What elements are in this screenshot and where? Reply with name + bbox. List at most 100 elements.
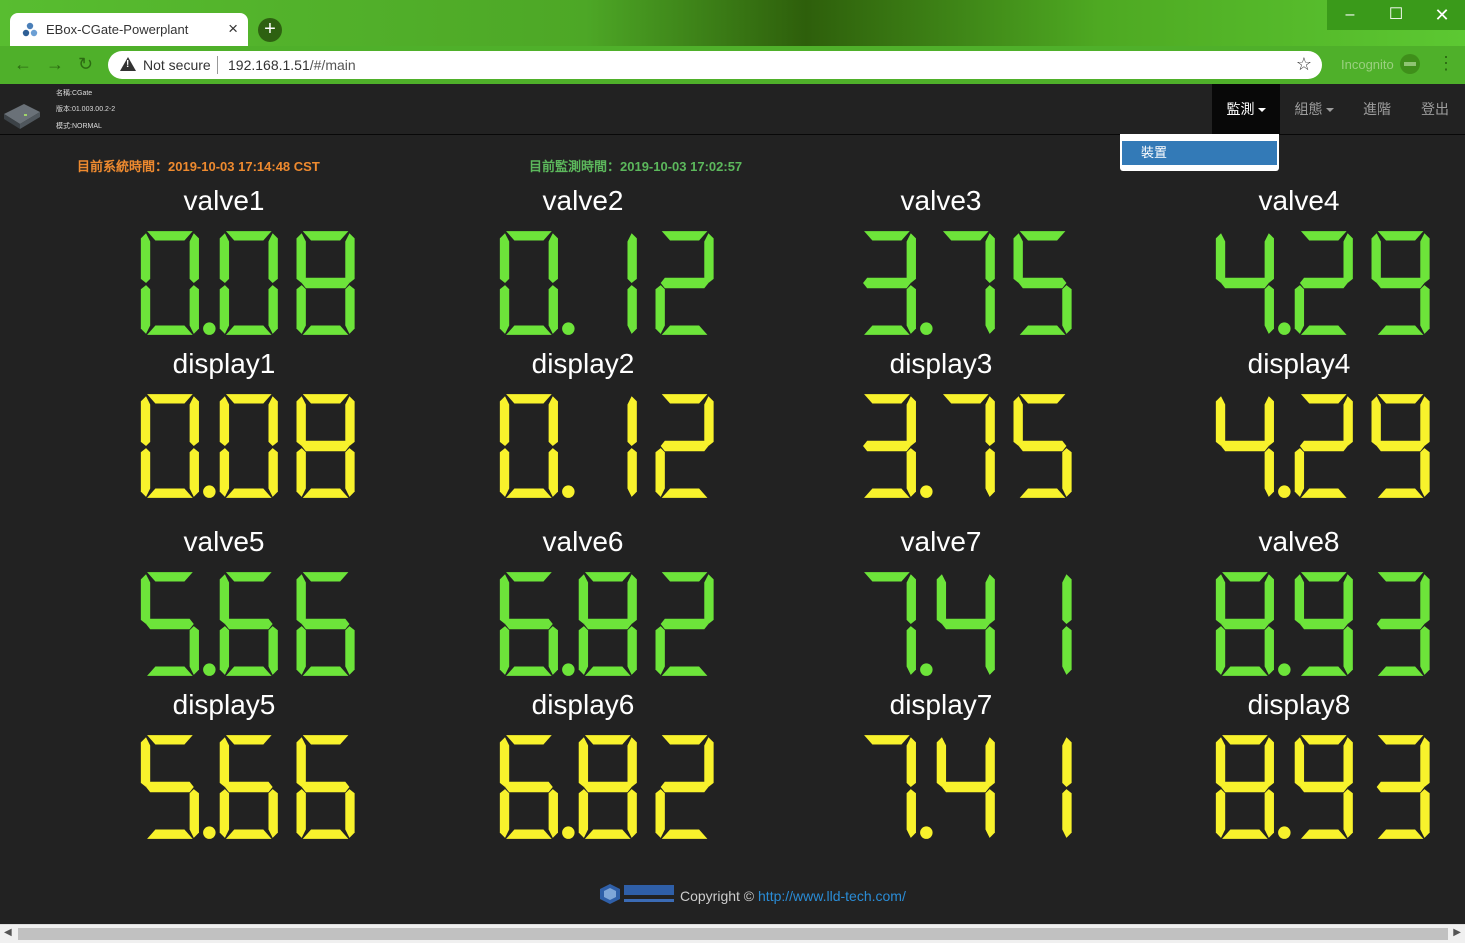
- seven-segment-display: [864, 572, 1072, 676]
- close-window-icon[interactable]: ✕: [1419, 0, 1465, 30]
- segment: [1062, 574, 1072, 624]
- valve-label: valve5: [183, 526, 265, 557]
- segment: [1376, 277, 1425, 289]
- segment: [1300, 666, 1347, 676]
- segment: [1221, 277, 1269, 289]
- segment: [345, 626, 355, 675]
- forward-icon[interactable]: →: [46, 54, 64, 75]
- segment: [302, 488, 349, 498]
- bookmark-star-icon[interactable]: ☆: [1296, 54, 1312, 75]
- segment: [345, 396, 355, 446]
- display-readout: [852, 732, 1092, 842]
- browser-chrome: EBox-CGate-Powerplant × + – ☐ ✕ ← → ↻ No…: [0, 0, 1465, 84]
- digit-4: [936, 737, 995, 838]
- address-bar[interactable]: Not secure 192.168.1.51/#/main ☆: [108, 51, 1322, 79]
- segment: [1264, 574, 1274, 624]
- segment: [1299, 781, 1348, 793]
- digit-8: [1215, 572, 1274, 676]
- browser-menu-icon[interactable]: ⋮: [1437, 53, 1455, 74]
- segment: [499, 626, 510, 675]
- segment: [548, 626, 558, 675]
- segment: [1222, 735, 1268, 745]
- nav-config[interactable]: 組態: [1288, 84, 1340, 134]
- digit-2: [655, 231, 714, 335]
- security-label[interactable]: Not secure: [143, 57, 211, 73]
- segment: [345, 233, 355, 283]
- digit-9: [1294, 735, 1353, 839]
- segment: [147, 231, 193, 241]
- incognito-icon[interactable]: [1400, 54, 1420, 74]
- minimize-icon[interactable]: –: [1327, 0, 1373, 30]
- valve-readout: [852, 228, 1092, 338]
- scroll-left-icon[interactable]: ◀: [4, 927, 12, 938]
- digit-6: [219, 735, 278, 839]
- segment: [1264, 233, 1274, 283]
- segment: [301, 781, 350, 793]
- decimal-point: [562, 826, 575, 839]
- segment: [704, 233, 714, 283]
- segment: [146, 781, 194, 793]
- scrollbar-thumb[interactable]: [18, 928, 1448, 940]
- segment: [301, 440, 350, 452]
- decimal-point: [1278, 485, 1291, 498]
- segment: [578, 737, 589, 787]
- segment: [296, 737, 306, 787]
- segment: [499, 574, 510, 624]
- segment: [1377, 666, 1424, 676]
- warning-icon: [120, 57, 136, 71]
- seven-segment-display: [499, 394, 714, 498]
- nav-advanced[interactable]: 進階: [1356, 84, 1398, 134]
- segment: [506, 394, 552, 404]
- segment: [1299, 440, 1348, 452]
- dropdown-item-device[interactable]: 裝置: [1122, 141, 1277, 165]
- segment: [268, 626, 278, 675]
- segment: [661, 829, 708, 839]
- segment: [499, 233, 510, 283]
- segment: [1018, 277, 1067, 289]
- segment: [985, 233, 995, 283]
- back-icon[interactable]: ←: [14, 54, 32, 75]
- segment: [302, 572, 349, 582]
- digit-6: [499, 735, 558, 839]
- valve-readout: [135, 228, 375, 338]
- decimal-point: [203, 826, 216, 839]
- maximize-icon[interactable]: ☐: [1373, 0, 1419, 30]
- segment: [296, 626, 306, 675]
- valve-readout: [494, 569, 734, 679]
- segment: [1264, 737, 1274, 787]
- company-link[interactable]: http://www.lld-tech.com/: [758, 888, 906, 904]
- segment: [1062, 626, 1072, 675]
- display-readout: [1210, 732, 1450, 842]
- digit-0: [499, 394, 558, 498]
- segment: [147, 735, 193, 745]
- reload-icon[interactable]: ↻: [78, 54, 93, 75]
- close-tab-icon[interactable]: ×: [228, 19, 238, 39]
- valve-label: valve3: [900, 185, 982, 216]
- seven-segment-display: [1215, 394, 1430, 498]
- digit-1: [627, 396, 637, 497]
- segment: [1420, 448, 1430, 497]
- segment: [1062, 448, 1072, 497]
- segment: [1215, 737, 1226, 787]
- segment: [1420, 626, 1430, 675]
- display-readout: [494, 391, 734, 501]
- segment: [1222, 572, 1268, 582]
- browser-tab[interactable]: EBox-CGate-Powerplant ×: [10, 13, 248, 46]
- segment: [296, 789, 306, 838]
- segment: [302, 325, 349, 335]
- segment: [864, 488, 910, 498]
- nav-monitor[interactable]: 監測: [1212, 84, 1280, 134]
- valve-label: valve7: [900, 526, 982, 557]
- nav-logout[interactable]: 登出: [1414, 84, 1456, 134]
- display-label: display6: [531, 689, 635, 720]
- url-text[interactable]: 192.168.1.51/#/main: [228, 57, 356, 73]
- new-tab-button[interactable]: +: [258, 18, 282, 42]
- caret-down-icon: [1257, 108, 1266, 113]
- segment: [219, 396, 230, 446]
- scroll-right-icon[interactable]: ▶: [1453, 927, 1461, 938]
- segment: [1264, 285, 1274, 334]
- horizontal-scrollbar[interactable]: ◀ ▶: [0, 924, 1465, 943]
- valve-label: valve4: [1258, 185, 1340, 216]
- segment: [627, 789, 637, 838]
- segment: [1294, 574, 1305, 624]
